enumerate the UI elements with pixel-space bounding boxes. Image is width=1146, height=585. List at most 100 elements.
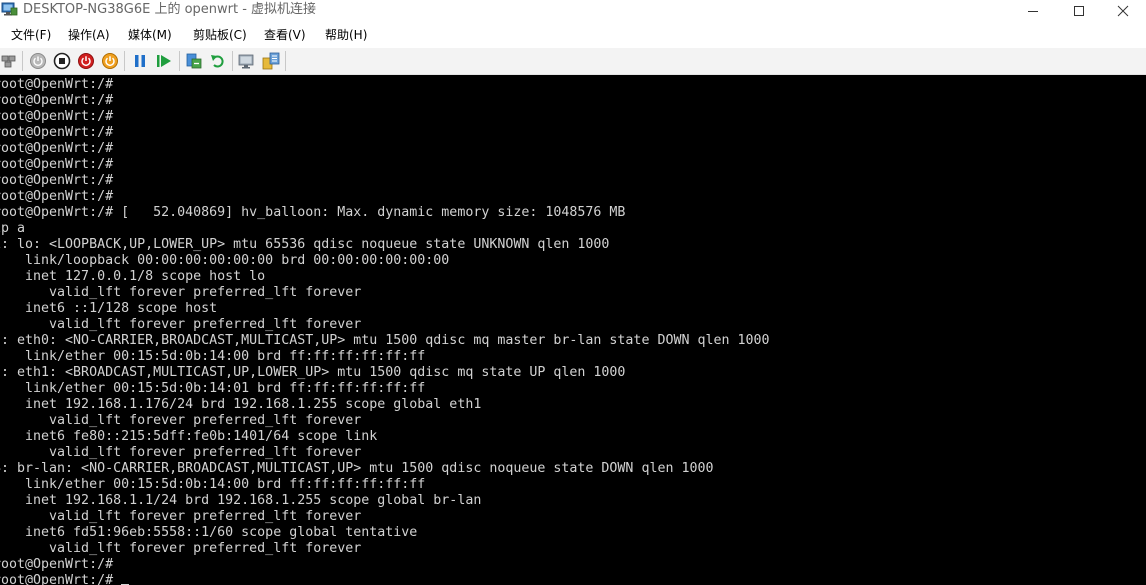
console-line: 1: lo: <LOOPBACK,UP,LOWER_UP> mtu 65536 … <box>0 237 770 253</box>
toolbar <box>0 48 1146 75</box>
maximize-icon <box>1074 6 1084 16</box>
maximize-button[interactable] <box>1056 0 1102 22</box>
save-button[interactable] <box>101 52 119 70</box>
vm-connection-window: DESKTOP-NG38G6E 上的 openwrt - 虚拟机连接 文件(F)… <box>0 0 1146 585</box>
console-line: valid_lft forever preferred_lft forever <box>0 541 770 557</box>
console-line-text: ip a <box>0 221 26 236</box>
menu-media[interactable]: 媒体(M) <box>128 27 172 43</box>
console-line: link/ether 00:15:5d:0b:14:00 brd ff:ff:f… <box>0 477 770 493</box>
menu-clipboard[interactable]: 剪贴板(C) <box>193 27 247 43</box>
window-title: DESKTOP-NG38G6E 上的 openwrt - 虚拟机连接 <box>23 2 317 17</box>
console-line: root@OpenWrt:/# <box>0 125 770 141</box>
console-line: ip a <box>0 221 770 237</box>
console-line-text: 1: lo: <LOOPBACK,UP,LOWER_UP> mtu 65536 … <box>0 237 610 252</box>
console-line: valid_lft forever preferred_lft forever <box>0 509 770 525</box>
title-bar[interactable]: DESKTOP-NG38G6E 上的 openwrt - 虚拟机连接 <box>0 0 1146 22</box>
start-button[interactable] <box>29 52 47 70</box>
revert-button[interactable] <box>209 52 227 70</box>
console-line-text: inet6 fe80::215:5dff:fe0b:1401/64 scope … <box>0 429 378 444</box>
console-line-text: root@OpenWrt:/# <box>0 125 114 140</box>
console-line-text: valid_lft forever preferred_lft forever <box>0 445 362 460</box>
console-line-text: root@OpenWrt:/# [ 52.040869] hv_balloon:… <box>0 205 626 220</box>
console-line-text: root@OpenWrt:/# <box>0 557 114 572</box>
console-line: root@OpenWrt:/# <box>0 157 770 173</box>
menu-view[interactable]: 查看(V) <box>264 27 306 43</box>
console-line: root@OpenWrt:/# <box>0 141 770 157</box>
save-orange-icon <box>102 53 118 69</box>
console-line-text: root@OpenWrt:/# <box>0 173 114 188</box>
console-line-text: root@OpenWrt:/# <box>0 189 114 204</box>
close-button[interactable] <box>1100 0 1146 22</box>
console-output: root@OpenWrt:/# root@OpenWrt:/# root@OpenW… <box>0 77 770 585</box>
console-line: inet6 fe80::215:5dff:fe0b:1401/64 scope … <box>0 429 770 445</box>
shut-down-button[interactable] <box>77 52 95 70</box>
console-line: inet 192.168.1.1/24 brd 192.168.1.255 sc… <box>0 493 770 509</box>
menu-action[interactable]: 操作(A) <box>68 27 110 43</box>
console-line-text: inet6 fd51:96eb:5558::1/60 scope global … <box>0 525 418 540</box>
minimize-button[interactable] <box>1010 0 1056 22</box>
console-line-text: inet 127.0.0.1/8 scope host lo <box>0 269 266 284</box>
toolbar-separator <box>22 51 23 71</box>
play-icon <box>157 55 171 67</box>
menu-file[interactable]: 文件(F) <box>11 27 51 43</box>
menu-bar: 文件(F) 操作(A) 媒体(M) 剪贴板(C) 查看(V) 帮助(H) <box>0 22 1146 48</box>
turn-off-button[interactable] <box>53 52 71 70</box>
console-line-text: inet 192.168.1.1/24 brd 192.168.1.255 sc… <box>0 493 482 508</box>
console-line: 3: eth1: <BROADCAST,MULTICAST,UP,LOWER_U… <box>0 365 770 381</box>
vm-console-screen[interactable]: root@OpenWrt:/# root@OpenWrt:/# root@OpenW… <box>0 75 1146 585</box>
console-line: root@OpenWrt:/# <box>0 189 770 205</box>
console-line-text: root@OpenWrt:/# <box>0 93 114 108</box>
power-gray-icon <box>30 53 46 69</box>
console-line-text: link/loopback 00:00:00:00:00:00 brd 00:0… <box>0 253 450 268</box>
checkpoint-icon <box>186 53 202 69</box>
console-line: valid_lft forever preferred_lft forever <box>0 445 770 461</box>
stop-icon <box>53 52 71 70</box>
console-line-text: 2: eth0: <NO-CARRIER,BROADCAST,MULTICAST… <box>0 333 770 348</box>
minimize-icon <box>1028 11 1038 12</box>
console-line-text: root@OpenWrt:/# <box>0 141 114 156</box>
console-line: root@OpenWrt:/# <box>0 573 770 585</box>
checkpoint-button[interactable] <box>185 52 203 70</box>
console-line-text: inet 192.168.1.176/24 brd 192.168.1.255 … <box>0 397 482 412</box>
toolbar-separator <box>124 51 125 71</box>
console-line: inet6 ::1/128 scope host <box>0 301 770 317</box>
console-line-text: root@OpenWrt:/# <box>0 573 114 585</box>
pause-button[interactable] <box>131 52 149 70</box>
ctrl-alt-del-icon <box>1 55 16 68</box>
close-icon <box>1117 5 1129 17</box>
console-line-text: 4: br-lan: <NO-CARRIER,BROADCAST,MULTICA… <box>0 461 714 476</box>
console-line-text: root@OpenWrt:/# <box>0 109 114 124</box>
vm-connection-icon <box>1 2 18 17</box>
console-line-text: valid_lft forever preferred_lft forever <box>0 509 362 524</box>
console-line-text: valid_lft forever preferred_lft forever <box>0 413 362 428</box>
console-line: root@OpenWrt:/# [ 52.040869] hv_balloon:… <box>0 205 770 221</box>
console-line: root@OpenWrt:/# <box>0 93 770 109</box>
toolbar-separator <box>232 51 233 71</box>
console-line: root@OpenWrt:/# <box>0 109 770 125</box>
console-line: inet 192.168.1.176/24 brd 192.168.1.255 … <box>0 397 770 413</box>
ctrl-alt-del-button[interactable] <box>1 52 19 70</box>
console-line: valid_lft forever preferred_lft forever <box>0 413 770 429</box>
console-line-text: 3: eth1: <BROADCAST,MULTICAST,UP,LOWER_U… <box>0 365 626 380</box>
console-line: root@OpenWrt:/# <box>0 173 770 189</box>
console-line-text: valid_lft forever preferred_lft forever <box>0 541 362 556</box>
toolbar-separator <box>285 51 286 71</box>
share-icon <box>262 52 280 70</box>
console-line: 4: br-lan: <NO-CARRIER,BROADCAST,MULTICA… <box>0 461 770 477</box>
console-line: root@OpenWrt:/# <box>0 557 770 573</box>
console-line: valid_lft forever preferred_lft forever <box>0 317 770 333</box>
console-line: inet6 fd51:96eb:5558::1/60 scope global … <box>0 525 770 541</box>
resume-button[interactable] <box>155 52 173 70</box>
console-line-text: link/ether 00:15:5d:0b:14:00 brd ff:ff:f… <box>0 349 426 364</box>
revert-icon <box>211 55 224 68</box>
console-line-text: valid_lft forever preferred_lft forever <box>0 285 362 300</box>
console-line: 2: eth0: <NO-CARRIER,BROADCAST,MULTICAST… <box>0 333 770 349</box>
console-line-text: valid_lft forever preferred_lft forever <box>0 317 362 332</box>
share-button[interactable] <box>262 52 280 70</box>
enhanced-session-button[interactable] <box>238 52 256 70</box>
console-line: root@OpenWrt:/# <box>0 77 770 93</box>
menu-help[interactable]: 帮助(H) <box>325 27 367 43</box>
console-line: link/ether 00:15:5d:0b:14:01 brd ff:ff:f… <box>0 381 770 397</box>
console-line-text: link/ether 00:15:5d:0b:14:01 brd ff:ff:f… <box>0 381 426 396</box>
console-line: valid_lft forever preferred_lft forever <box>0 285 770 301</box>
